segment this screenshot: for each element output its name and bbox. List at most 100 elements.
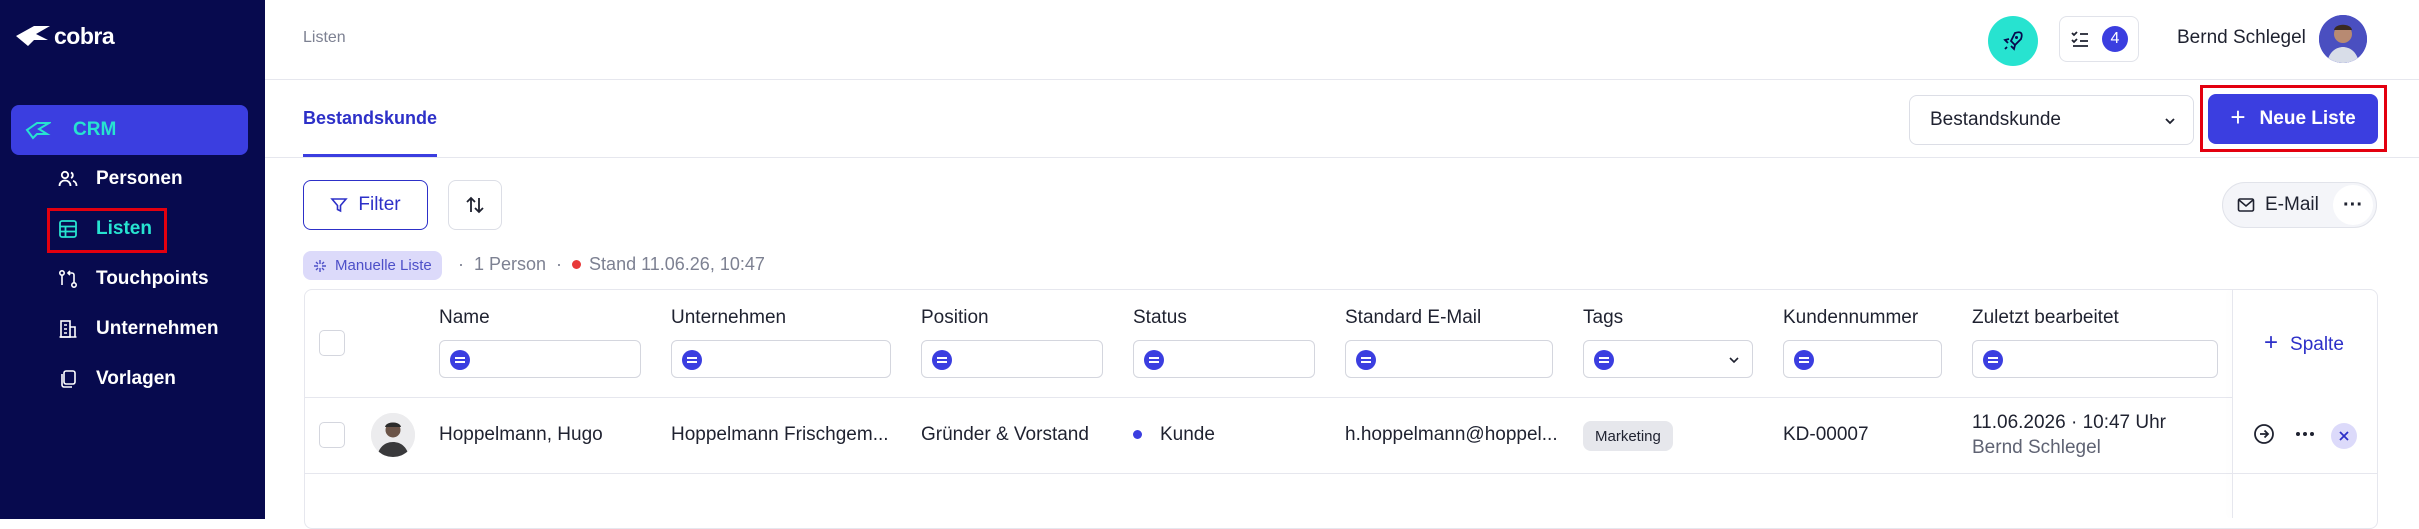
sidebar-item-vorlagen[interactable]: Vorlagen <box>58 364 176 394</box>
person-count: 1 Person <box>474 254 547 274</box>
filter-input-position[interactable] <box>921 340 1103 378</box>
column-header-company[interactable]: Unternehmen <box>671 307 786 329</box>
filter-input-company[interactable] <box>671 340 891 378</box>
sidebar-item-label: Vorlagen <box>96 368 176 389</box>
row-checkbox[interactable] <box>319 422 345 448</box>
logo-text: cobra <box>54 22 115 49</box>
crm-icon <box>25 122 51 140</box>
filter-input-name[interactable] <box>439 340 641 378</box>
chevron-down-icon <box>1729 357 1739 364</box>
status-dot <box>1133 430 1142 440</box>
column-header-email[interactable]: Standard E-Mail <box>1345 307 1481 329</box>
list-meta: · 1 Person · Stand 11.06.26, 10:47 <box>458 254 765 274</box>
list-select[interactable]: Bestandskunde <box>1909 95 2194 145</box>
touchpoints-icon <box>58 269 78 289</box>
filter-input-last-edited[interactable] <box>1972 340 2218 378</box>
list-select-value: Bestandskunde <box>1930 109 2061 130</box>
email-button[interactable]: E-Mail <box>2223 194 2333 216</box>
row-more-button[interactable] <box>2293 422 2317 451</box>
cobra-logo[interactable]: cobra <box>14 22 115 50</box>
tasks-button[interactable]: 4 <box>2059 16 2139 62</box>
sidebar-item-unternehmen[interactable]: Unternehmen <box>58 314 218 344</box>
sparkle-icon <box>314 259 326 272</box>
sort-button[interactable] <box>448 180 502 230</box>
filter-icon <box>330 198 349 213</box>
tab-divider <box>265 157 2419 158</box>
sort-icon <box>466 196 484 214</box>
email-label: E-Mail <box>2265 194 2319 215</box>
tasks-count-badge: 4 <box>2102 26 2128 52</box>
filter-input-status[interactable] <box>1133 340 1315 378</box>
building-icon <box>59 320 77 338</box>
breadcrumb: Listen <box>303 29 346 46</box>
filter-select-tags[interactable] <box>1583 340 1753 378</box>
column-header-status[interactable]: Status <box>1133 307 1187 329</box>
tag-badge: Marketing <box>1583 421 1673 451</box>
rocket-button[interactable] <box>1988 16 2038 66</box>
filter-button[interactable]: Filter <box>303 180 428 230</box>
more-horizontal-icon <box>2296 432 2314 436</box>
cell-email[interactable]: h.hoppelmann@hoppel... <box>1345 424 1558 446</box>
filter-operator-icon[interactable] <box>450 350 470 370</box>
cell-status: Kunde <box>1133 424 1215 446</box>
remove-row-button[interactable] <box>2331 423 2357 449</box>
user-avatar-image <box>2319 15 2367 63</box>
people-icon <box>58 170 78 187</box>
chevron-down-icon <box>2165 118 2175 125</box>
sidebar-item-crm[interactable]: CRM <box>11 105 248 155</box>
cell-edited-by: Bernd Schlegel <box>1972 437 2101 458</box>
sidebar-item-label: Touchpoints <box>96 268 209 289</box>
column-header-name[interactable]: Name <box>439 307 490 329</box>
checklist-icon <box>2071 31 2088 47</box>
cell-company[interactable]: Hoppelmann Frischgem... <box>671 424 889 446</box>
filter-operator-icon[interactable] <box>1356 350 1376 370</box>
rocket-icon <box>2003 31 2023 51</box>
filter-input-customer-no[interactable] <box>1783 340 1942 378</box>
cell-name[interactable]: Hoppelmann, Hugo <box>439 424 603 446</box>
filter-operator-icon[interactable] <box>1144 350 1164 370</box>
chip-label: Manuelle Liste <box>335 257 432 274</box>
person-avatar <box>371 413 415 457</box>
filter-operator-icon[interactable] <box>1594 350 1614 370</box>
filter-operator-icon[interactable] <box>1983 350 2003 370</box>
status-dot <box>572 260 582 269</box>
column-header-last-edited[interactable]: Zuletzt bearbeitet <box>1972 307 2119 329</box>
mail-icon <box>2237 198 2255 212</box>
user-name[interactable]: Bernd Schlegel <box>2177 27 2306 49</box>
tab-bestandskunde[interactable]: Bestandskunde <box>303 108 437 129</box>
add-column-button[interactable]: + Spalte <box>2264 329 2344 357</box>
sidebar-item-label: Unternehmen <box>96 318 219 339</box>
header-divider <box>305 397 2232 398</box>
column-header-position[interactable]: Position <box>921 307 989 329</box>
sidebar-item-touchpoints[interactable]: Touchpoints <box>58 264 209 294</box>
user-avatar[interactable] <box>2319 15 2367 63</box>
more-options-button[interactable]: ··· <box>2333 185 2373 225</box>
highlight-box-new-list <box>2200 85 2387 152</box>
close-icon <box>2339 431 2349 441</box>
column-header-customer-no[interactable]: Kundennummer <box>1783 307 1918 329</box>
sidebar-item-label: Personen <box>96 168 183 189</box>
cell-customer-no: KD-00007 <box>1783 424 1869 445</box>
sidebar-item-label: CRM <box>73 119 117 140</box>
filter-operator-icon[interactable] <box>932 350 952 370</box>
row-divider <box>305 473 2377 474</box>
cell-edited-date: 11.06.2026 · 10:47 Uhr <box>1972 412 2167 433</box>
sidebar: cobra CRM Personen Listen Touchpoints Un… <box>0 0 265 519</box>
stand-timestamp: Stand 11.06.26, 10:47 <box>589 254 765 274</box>
column-header-tags[interactable]: Tags <box>1583 307 1623 329</box>
cobra-logo-icon <box>16 26 50 46</box>
filter-operator-icon[interactable] <box>682 350 702 370</box>
filter-label: Filter <box>358 194 401 215</box>
open-record-button[interactable] <box>2252 422 2276 451</box>
sidebar-item-personen[interactable]: Personen <box>58 164 183 194</box>
select-all-checkbox[interactable] <box>319 330 345 356</box>
actions-column-divider <box>2232 290 2233 518</box>
person-avatar-image <box>371 413 415 457</box>
filter-operator-icon[interactable] <box>1794 350 1814 370</box>
email-action-group: E-Mail ··· <box>2222 182 2377 228</box>
arrow-circle-right-icon <box>2254 424 2274 444</box>
status-label: Kunde <box>1160 424 1215 445</box>
cell-position: Gründer & Vorstand <box>921 424 1089 445</box>
plus-icon: + <box>2264 329 2279 356</box>
filter-input-email[interactable] <box>1345 340 1553 378</box>
